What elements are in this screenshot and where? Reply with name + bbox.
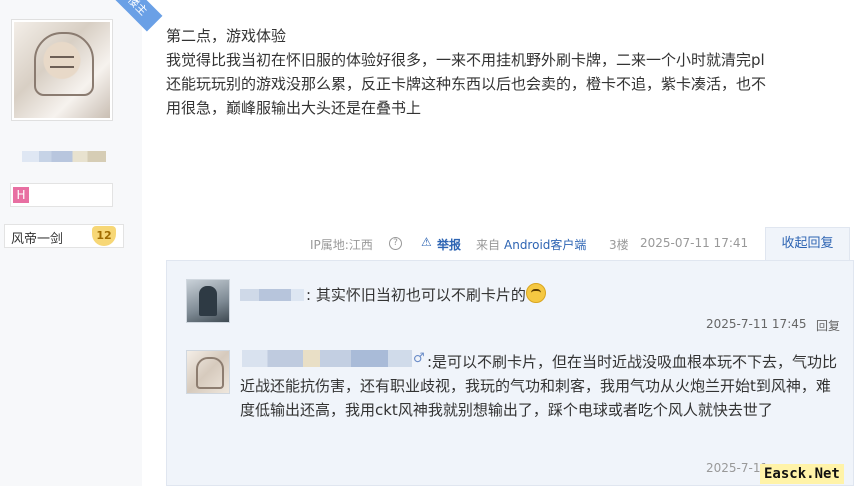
post-body: 第二点，游戏体验 我觉得比我当初在怀旧服的体验好很多，一来不用挂机野外刷卡牌，二… [166,24,850,120]
post-line: 我觉得比我当初在怀旧服的体验好很多，一来不用挂机野外刷卡牌，二来一个小时就清完p… [166,51,765,69]
report-link[interactable]: 举报 [437,236,461,253]
emoji-icon [525,283,546,303]
rank-row[interactable]: 风帝一剑 12 [4,224,124,248]
op-badge: 楼主 [111,0,163,32]
reply-text: : 其实怀旧当初也可以不刷卡片的 [306,283,546,305]
client-source-link[interactable]: Android客户端 [504,236,586,253]
collapse-reply-button[interactable]: 收起回复 [765,227,850,261]
level-badge-row: H [10,183,113,207]
reply-username-blurred[interactable] [240,289,304,301]
level-icon: H [13,187,29,203]
rank-title: 风帝一剑 [11,232,64,247]
post-line: 还能玩玩别的游戏没那么累，反正卡牌这种东西以后也会卖的，橙卡不追，紫卡凑活，也不 [166,75,767,93]
post-line: 第二点，游戏体验 [166,27,287,45]
author-avatar[interactable] [11,19,113,121]
reply-button[interactable]: 回复 [816,317,840,334]
help-icon[interactable]: ? [389,237,402,250]
reply-time: 2025-7-11 17:45 [706,317,807,331]
report-icon[interactable]: ⚠ [421,235,432,249]
post-line: 用很急，巅峰服输出大头还是在叠书上 [166,99,422,117]
reply-avatar[interactable] [186,279,230,323]
reply-time: 2025-7-11 [706,461,769,475]
reply-avatar[interactable] [186,350,230,394]
author-sidebar: 楼主 H 风帝一剑 12 [0,0,163,486]
avatar-image [14,22,110,118]
reply-text-content: : 其实怀旧当初也可以不刷卡片的 [306,286,526,304]
reply-text: :是可以不刷卡片，但在当时近战没吸血根本玩不下去，气功比近战还能抗伤害，还有职业… [240,353,838,419]
source-prefix: 来自 [476,238,501,252]
post-time: 2025-07-11 17:41 [640,236,749,250]
floor-number: 3楼 [609,238,629,252]
watermark-label: Easck.Net [760,464,844,484]
rank-level-icon: 12 [92,226,116,246]
author-name-blurred[interactable] [22,151,106,162]
ip-location: IP属地:江西 [310,238,373,252]
